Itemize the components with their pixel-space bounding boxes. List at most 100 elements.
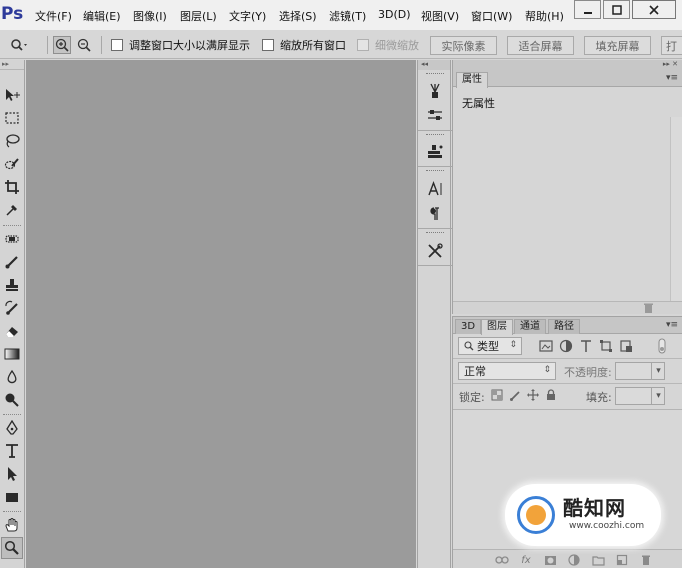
healing-tool[interactable]: [1, 228, 23, 250]
hand-tool[interactable]: [1, 514, 23, 536]
dock-grip[interactable]: [426, 170, 444, 173]
menu-window[interactable]: 窗口(W): [471, 8, 512, 24]
dock-grip[interactable]: [426, 134, 444, 137]
lock-image-pixels-icon[interactable]: [509, 389, 521, 401]
lock-all-icon[interactable]: [545, 389, 557, 401]
dodge-tool[interactable]: [1, 389, 23, 411]
dock-clone-source[interactable]: [423, 141, 447, 163]
link-layers-button[interactable]: [495, 553, 509, 567]
lasso-tool[interactable]: [1, 130, 23, 152]
crop-tool[interactable]: [1, 176, 23, 198]
blend-mode-select[interactable]: 正常 ⇕: [458, 362, 556, 380]
maximize-button[interactable]: [603, 0, 630, 19]
minimize-button[interactable]: [574, 0, 601, 19]
fill-field[interactable]: ▾: [615, 387, 665, 405]
zoom-in-button[interactable]: [53, 36, 71, 54]
document-canvas-area[interactable]: [26, 60, 416, 568]
menu-filter[interactable]: 滤镜(T): [329, 8, 366, 24]
new-group-button[interactable]: [591, 553, 605, 567]
eyedropper-tool[interactable]: [1, 199, 23, 221]
dock-paragraph[interactable]: [423, 203, 447, 225]
move-tool[interactable]: [1, 84, 23, 106]
opacity-field[interactable]: ▾: [615, 362, 665, 380]
lock-position-icon[interactable]: [527, 389, 539, 401]
menu-type[interactable]: 文字(Y): [229, 8, 266, 24]
path-select-tool[interactable]: [1, 463, 23, 485]
close-icon: [649, 4, 659, 15]
tab-paths[interactable]: 路径: [548, 319, 580, 334]
panel-menu-icon[interactable]: ▾≡: [666, 73, 678, 83]
pixel-layer-filter-icon[interactable]: [539, 339, 553, 353]
menu-image[interactable]: 图像(I): [133, 8, 167, 24]
adjustment-layer-filter-icon[interactable]: [559, 339, 573, 353]
dock-character[interactable]: [423, 178, 447, 200]
fit-screen-button[interactable]: 适合屏幕: [507, 36, 574, 55]
tab-layers[interactable]: 图层: [481, 319, 513, 335]
zoom-all-option[interactable]: 缩放所有窗口: [262, 30, 346, 59]
pen-tool[interactable]: [1, 417, 23, 439]
properties-panel-header[interactable]: ▸▸ ✕: [453, 60, 682, 70]
shape-layer-filter-icon[interactable]: [599, 339, 613, 353]
scrubby-zoom-checkbox[interactable]: [357, 38, 369, 51]
shape-tool[interactable]: [1, 486, 23, 508]
marquee-tool[interactable]: [1, 107, 23, 129]
layers-panel-menu-icon[interactable]: ▾≡: [666, 320, 678, 330]
tab-channels[interactable]: 通道: [514, 319, 546, 334]
menu-select[interactable]: 选择(S): [279, 8, 317, 24]
tools-panel-header[interactable]: ▸▸: [0, 60, 24, 70]
dock-grip[interactable]: [426, 232, 444, 235]
print-size-button[interactable]: 打: [661, 36, 682, 55]
zoom-out-button[interactable]: [75, 36, 93, 54]
resize-windows-checkbox[interactable]: [111, 38, 123, 51]
dock-collapse-header[interactable]: ◂◂: [418, 60, 450, 70]
watermark-url: www.coozhi.com: [569, 521, 645, 531]
layer-style-button[interactable]: fx: [519, 553, 533, 567]
search-icon: [464, 341, 474, 351]
tab-properties[interactable]: 属性: [456, 72, 488, 88]
zoom-tool[interactable]: [1, 537, 23, 559]
lock-options: [491, 389, 557, 401]
close-button[interactable]: [632, 0, 676, 19]
tool-preset-picker[interactable]: [10, 36, 28, 54]
menu-layer[interactable]: 图层(L): [180, 8, 217, 24]
dock-tool-presets[interactable]: [423, 105, 447, 127]
menu-3d[interactable]: 3D(D): [378, 8, 411, 21]
new-layer-button[interactable]: [615, 553, 629, 567]
eraser-tool[interactable]: [1, 320, 23, 342]
blur-tool[interactable]: [1, 366, 23, 388]
menu-edit[interactable]: 编辑(E): [83, 8, 121, 24]
layers-tab-row: 3D 图层 通道 路径 ▾≡: [453, 317, 682, 335]
link-icon: [495, 556, 509, 564]
menu-view[interactable]: 视图(V): [421, 8, 459, 24]
type-tool[interactable]: [1, 440, 23, 462]
lock-transparent-pixels-icon[interactable]: [491, 389, 503, 401]
tab-3d[interactable]: 3D: [455, 319, 482, 334]
resize-windows-option[interactable]: 调整窗口大小以满屏显示: [111, 30, 250, 59]
actual-pixels-button[interactable]: 实际像素: [430, 36, 497, 55]
menu-file[interactable]: 文件(F): [35, 8, 72, 24]
dock-brush-presets[interactable]: [423, 80, 447, 102]
quick-select-tool[interactable]: [1, 153, 23, 175]
type-layer-filter-icon[interactable]: [579, 339, 593, 353]
dock-tool-options[interactable]: [423, 240, 447, 262]
history-brush-tool[interactable]: [1, 297, 23, 319]
chevron-down-icon[interactable]: ▾: [651, 388, 665, 404]
no-properties-text: 无属性: [462, 97, 495, 110]
adjustment-layer-button[interactable]: [567, 553, 581, 567]
scrubby-zoom-option[interactable]: 细微缩放: [357, 30, 419, 59]
fill-screen-button[interactable]: 填充屏幕: [584, 36, 651, 55]
stamp-tool[interactable]: [1, 274, 23, 296]
menu-help[interactable]: 帮助(H): [525, 8, 564, 24]
chevron-down-icon[interactable]: ▾: [651, 363, 665, 379]
properties-scrollbar[interactable]: [670, 117, 682, 301]
brush-tool[interactable]: [1, 251, 23, 273]
dock-grip[interactable]: [426, 73, 444, 76]
add-mask-button[interactable]: [543, 553, 557, 567]
zoom-all-checkbox[interactable]: [262, 38, 274, 51]
delete-layer-button[interactable]: [639, 553, 653, 567]
trash-icon[interactable]: [642, 302, 654, 314]
layer-filter-toggle[interactable]: [657, 338, 667, 357]
smart-object-filter-icon[interactable]: [619, 339, 633, 353]
layer-filter-kind-select[interactable]: 类型 ⇕: [458, 337, 522, 355]
gradient-tool[interactable]: [1, 343, 23, 365]
